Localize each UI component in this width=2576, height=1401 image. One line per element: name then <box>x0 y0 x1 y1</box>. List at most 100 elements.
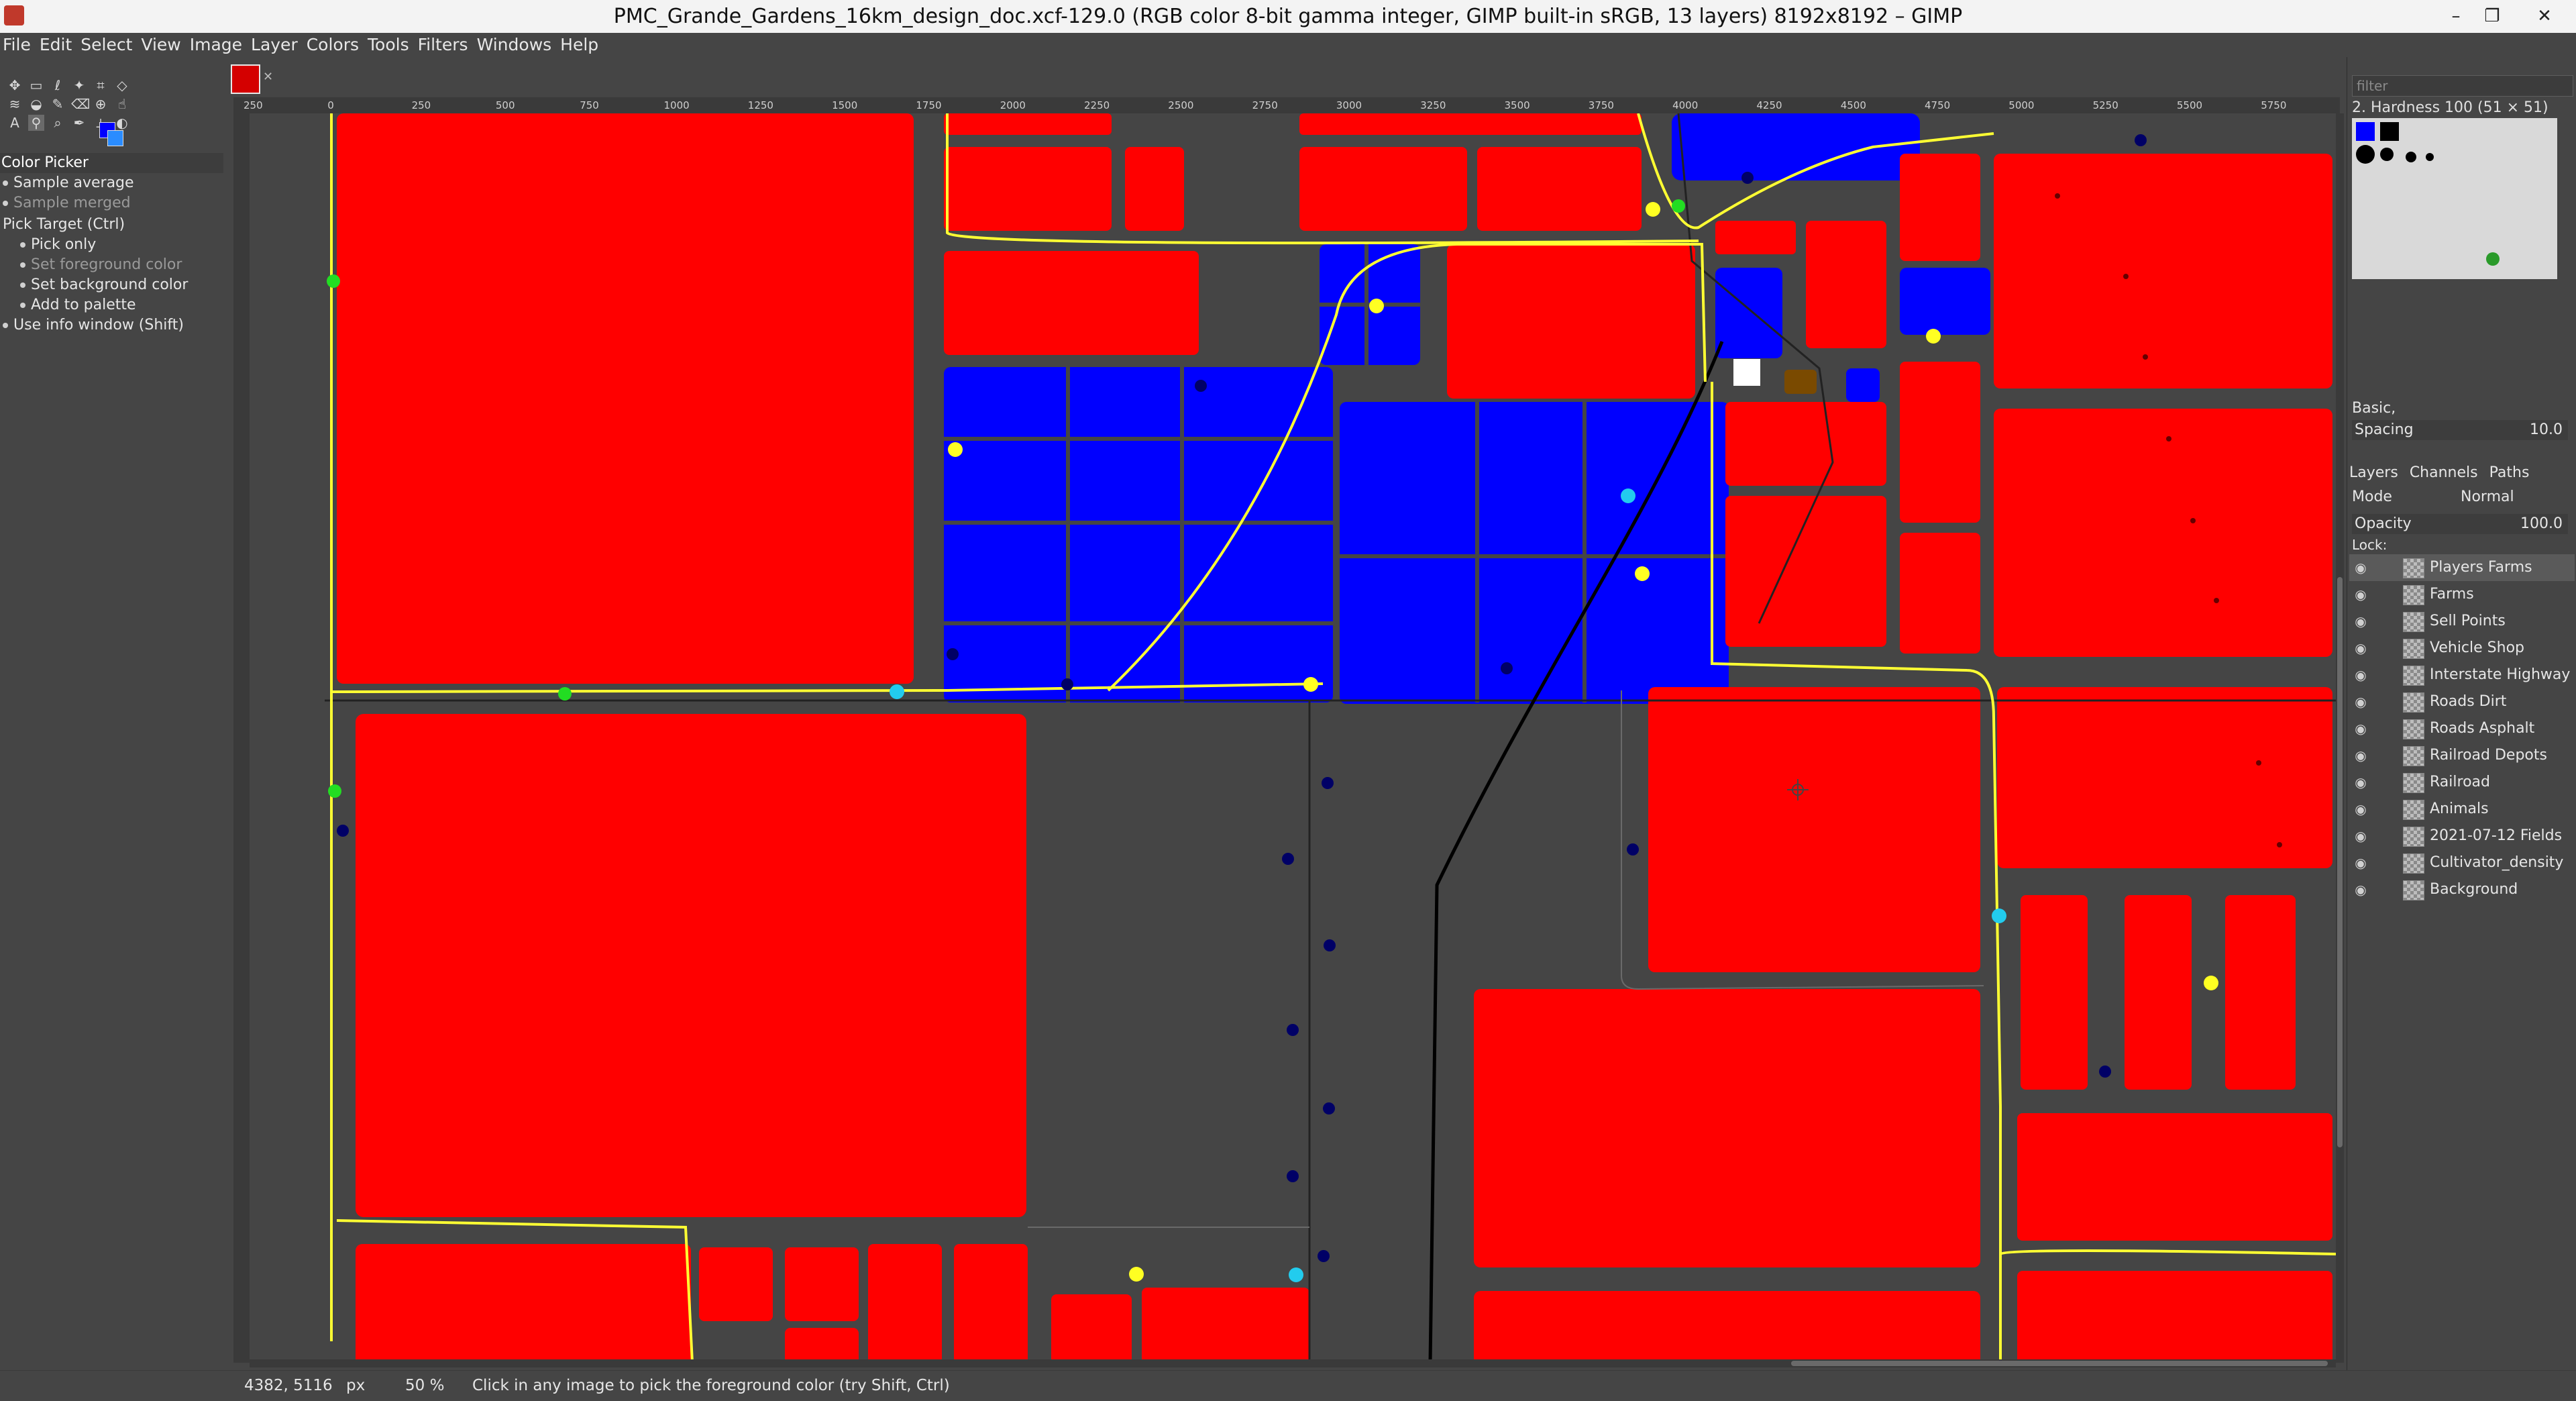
add-palette-radio[interactable]: Add to palette <box>0 295 223 315</box>
visibility-eye-icon[interactable]: ◉ <box>2351 608 2371 635</box>
layer-row[interactable]: ◉ Railroad Depots <box>2349 742 2575 769</box>
layer-name: Railroad Depots <box>2430 747 2547 764</box>
sample-merged-checkbox[interactable]: Sample merged <box>0 193 223 213</box>
brush-preset-label[interactable]: Basic, <box>2352 400 2396 417</box>
layer-row[interactable]: ◉ Cultivator_density <box>2349 849 2575 876</box>
visibility-eye-icon[interactable]: ◉ <box>2351 662 2371 688</box>
layer-thumbnail <box>2403 853 2424 874</box>
brush-grid[interactable] <box>2352 118 2557 279</box>
tab-channels[interactable]: Channels <box>2410 464 2478 481</box>
transform-tool-icon[interactable]: ◇ <box>114 77 130 93</box>
menu-filters[interactable]: Filters <box>415 33 474 57</box>
set-background-label: Set background color <box>31 276 189 293</box>
color-picker-tool-icon[interactable]: ⚲ <box>28 115 44 131</box>
opacity-slider[interactable]: Opacity 100.0 <box>2352 514 2568 534</box>
layer-row[interactable]: ◉ Animals <box>2349 796 2575 823</box>
visibility-eye-icon[interactable]: ◉ <box>2351 554 2371 581</box>
mode-dropdown[interactable]: Normal <box>2461 488 2514 505</box>
visibility-eye-icon[interactable]: ◉ <box>2351 849 2371 876</box>
layer-thumbnail <box>2403 773 2424 793</box>
move-tool-icon[interactable]: ✥ <box>7 77 23 93</box>
visibility-eye-icon[interactable]: ◉ <box>2351 876 2371 903</box>
tab-layers[interactable]: Layers <box>2349 464 2398 481</box>
layer-row[interactable]: ◉ Roads Asphalt <box>2349 715 2575 742</box>
brush-selected[interactable] <box>2356 122 2375 141</box>
set-foreground-radio[interactable]: Set foreground color <box>0 255 223 275</box>
brush-round[interactable] <box>2356 145 2375 164</box>
rect-select-tool-icon[interactable]: ▭ <box>28 77 44 93</box>
layer-row[interactable]: ◉ Interstate Highway <box>2349 662 2575 688</box>
tab-paths[interactable]: Paths <box>2489 464 2530 481</box>
menu-layer[interactable]: Layer <box>248 33 304 57</box>
layer-name: Railroad <box>2430 774 2490 790</box>
sample-average-label: Sample average <box>13 174 134 191</box>
layer-thumbnail <box>2403 585 2424 605</box>
visibility-eye-icon[interactable]: ◉ <box>2351 635 2371 662</box>
pick-only-label: Pick only <box>31 236 97 253</box>
vertical-scroll-thumb[interactable] <box>2337 577 2343 1147</box>
dodge-tool-icon[interactable]: ◐ <box>114 115 130 131</box>
layer-row[interactable]: ◉ 2021-07-12 Fields <box>2349 823 2575 849</box>
zoom-dropdown[interactable]: 50 % <box>405 1371 444 1401</box>
brush-pepper[interactable] <box>2486 252 2500 266</box>
layer-row[interactable]: ◉ Roads Dirt <box>2349 688 2575 715</box>
layer-thumbnail <box>2403 639 2424 659</box>
menu-windows[interactable]: Windows <box>474 33 558 57</box>
brush-square[interactable] <box>2380 122 2399 141</box>
horizontal-scroll-thumb[interactable] <box>1791 1361 2328 1366</box>
layer-row[interactable]: ◉ Sell Points <box>2349 608 2575 635</box>
visibility-eye-icon[interactable]: ◉ <box>2351 796 2371 823</box>
use-info-window-checkbox[interactable]: Use info window (Shift) <box>0 315 223 335</box>
brush-filter-input[interactable]: filter <box>2352 75 2573 97</box>
fill-tool-icon[interactable]: ◒ <box>28 96 44 112</box>
layer-row[interactable]: ◉ Players Farms <box>2349 554 2575 581</box>
image-tab-close-icon[interactable]: ✕ <box>263 70 273 84</box>
menu-image[interactable]: Image <box>187 33 248 57</box>
fuzzy-select-tool-icon[interactable]: ✦ <box>71 77 87 93</box>
visibility-eye-icon[interactable]: ◉ <box>2351 742 2371 769</box>
add-palette-label: Add to palette <box>31 297 136 313</box>
menu-file[interactable]: File <box>0 33 37 57</box>
visibility-eye-icon[interactable]: ◉ <box>2351 823 2371 849</box>
text-tool-icon[interactable]: A <box>7 115 23 131</box>
unit-dropdown[interactable]: px <box>346 1371 365 1401</box>
image-tab-thumbnail[interactable] <box>231 64 260 94</box>
background-color-swatch[interactable] <box>107 130 123 146</box>
pick-only-radio[interactable]: Pick only <box>0 235 223 255</box>
lasso-tool-icon[interactable]: ℓ <box>50 77 66 93</box>
eraser-tool-icon[interactable]: ⌫ <box>71 96 90 112</box>
warp-tool-icon[interactable]: ≋ <box>7 96 23 112</box>
selected-brush-label: 2. Hardness 100 (51 × 51) <box>2352 99 2548 116</box>
layer-row[interactable]: ◉ Railroad <box>2349 769 2575 796</box>
brush-star[interactable] <box>2380 148 2394 161</box>
pointer-coordinates: 4382, 5116 <box>244 1377 333 1394</box>
lock-label: Lock: <box>2352 537 2387 553</box>
menu-help[interactable]: Help <box>557 33 604 57</box>
visibility-eye-icon[interactable]: ◉ <box>2351 688 2371 715</box>
paintbrush-tool-icon[interactable]: ✎ <box>50 96 66 112</box>
menu-colors[interactable]: Colors <box>304 33 365 57</box>
close-button[interactable]: ✕ <box>2514 0 2575 33</box>
maximize-button[interactable]: ❐ <box>2462 0 2522 33</box>
menu-select[interactable]: Select <box>78 33 138 57</box>
set-background-radio[interactable]: Set background color <box>0 275 223 295</box>
sample-average-checkbox[interactable]: Sample average <box>0 173 223 193</box>
clone-tool-icon[interactable]: ⊕ <box>93 96 109 112</box>
zoom-tool-icon[interactable]: ⌕ <box>50 115 66 131</box>
menu-view[interactable]: View <box>138 33 186 57</box>
visibility-eye-icon[interactable]: ◉ <box>2351 581 2371 608</box>
brush-tiny[interactable] <box>2426 153 2434 161</box>
visibility-eye-icon[interactable]: ◉ <box>2351 769 2371 796</box>
crop-tool-icon[interactable]: ⌗ <box>93 77 109 93</box>
paths-tool-icon[interactable]: ✒ <box>71 115 87 131</box>
layer-row[interactable]: ◉ Farms <box>2349 581 2575 608</box>
menu-tools[interactable]: Tools <box>365 33 415 57</box>
menu-edit[interactable]: Edit <box>37 33 78 57</box>
spacing-slider[interactable]: Spacing 10.0 <box>2352 420 2568 440</box>
brush-small[interactable] <box>2406 152 2416 162</box>
image-canvas[interactable] <box>250 113 2336 1363</box>
layer-row[interactable]: ◉ Background <box>2349 876 2575 903</box>
smudge-tool-icon[interactable]: ☝ <box>114 96 130 112</box>
layer-row[interactable]: ◉ Vehicle Shop <box>2349 635 2575 662</box>
visibility-eye-icon[interactable]: ◉ <box>2351 715 2371 742</box>
